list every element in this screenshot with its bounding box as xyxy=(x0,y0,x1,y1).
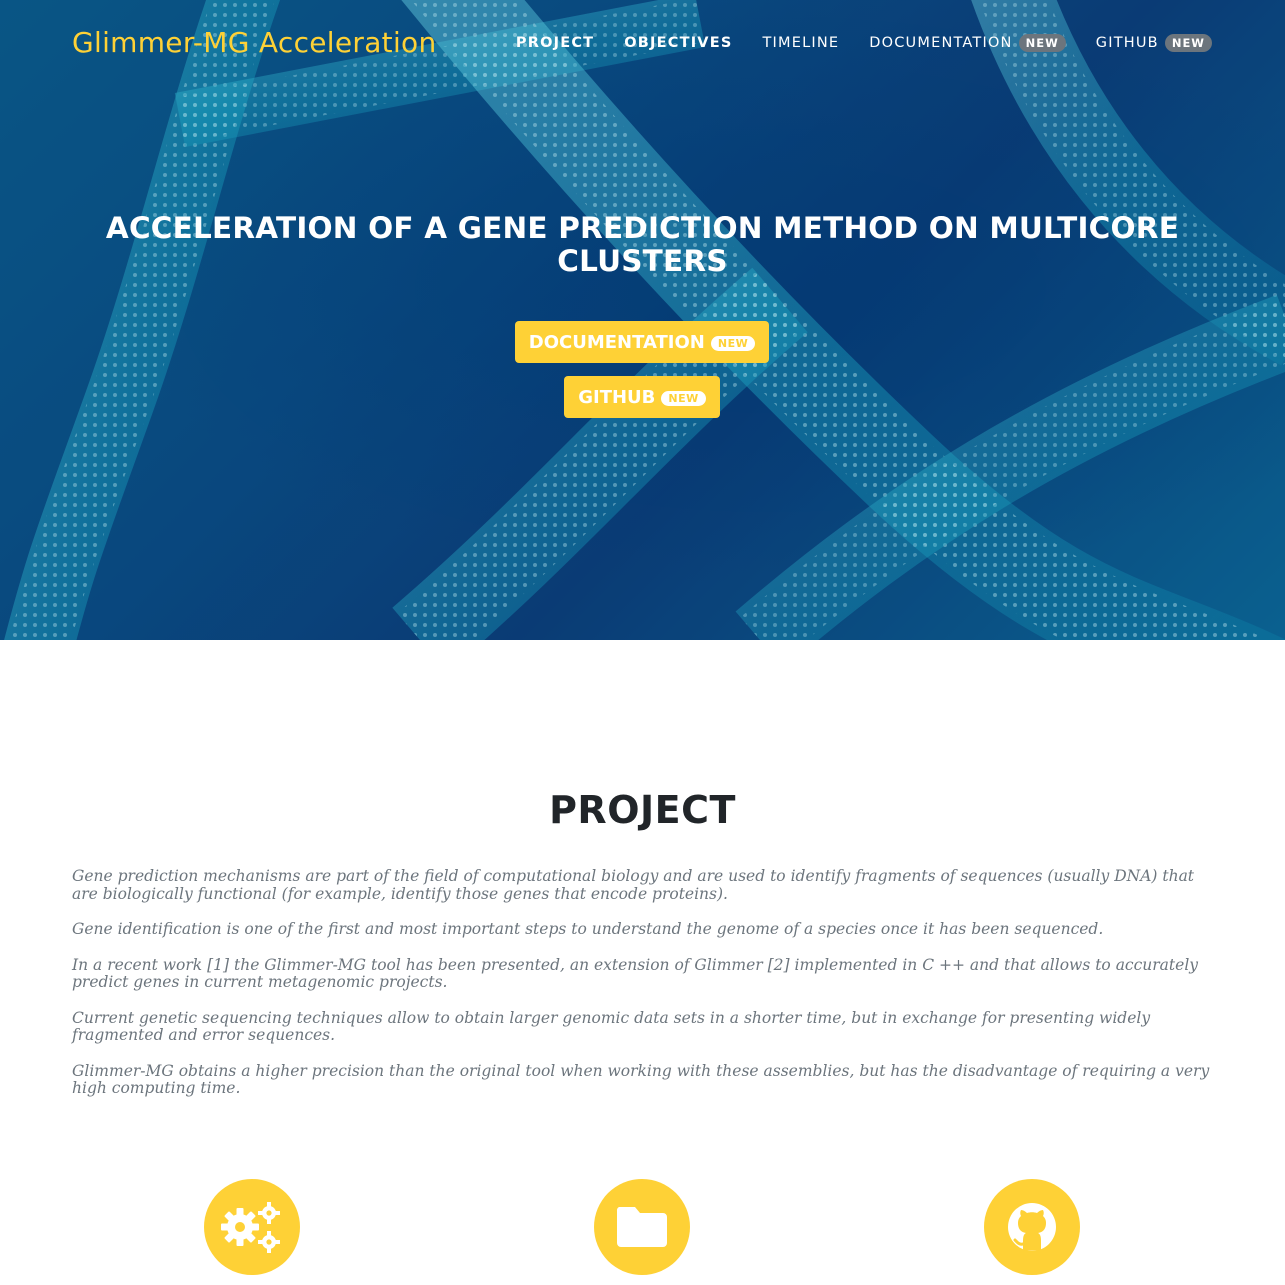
new-badge: NEW xyxy=(1018,34,1066,52)
nav-item-label: DOCUMENTATION xyxy=(869,35,1013,51)
paragraph: Gene identification is one of the first … xyxy=(72,920,1104,938)
nav-item-timeline[interactable]: TIMELINE xyxy=(762,35,839,51)
nav-item-documentation[interactable]: DOCUMENTATION NEW xyxy=(869,34,1066,52)
folder-icon xyxy=(594,1179,690,1275)
paragraph: Current genetic sequencing techniques al… xyxy=(72,1008,1151,1044)
brand-logo-link[interactable]: Glimmer-MG Acceleration xyxy=(72,26,437,59)
nav-item-objectives[interactable]: OBJECTIVES xyxy=(624,35,732,51)
nav-item-label: OBJECTIVES xyxy=(624,35,733,51)
paragraph: Glimmer-MG obtains a higher precision th… xyxy=(72,1061,1210,1097)
nav-item-github[interactable]: GITHUB NEW xyxy=(1096,34,1212,52)
nav-item-label: TIMELINE xyxy=(762,35,840,51)
hero-heading: ACCELERATION OF A GENE PREDICTION METHOD… xyxy=(105,211,1180,278)
paragraph: In a recent work [1] the Glimmer-MG tool… xyxy=(72,955,1199,991)
dna-background-image xyxy=(0,0,1285,640)
project-description: Gene prediction mechanisms are part of t… xyxy=(72,867,1212,1116)
paragraph: Gene prediction mechanisms are part of t… xyxy=(72,867,1195,903)
new-badge: NEW xyxy=(1164,34,1212,52)
github-icon xyxy=(984,1179,1080,1275)
new-badge: NEW xyxy=(661,391,706,406)
button-label: DOCUMENTATION xyxy=(528,331,705,353)
github-button[interactable]: GITHUB NEW xyxy=(564,376,720,418)
project-section-title: PROJECT xyxy=(549,788,736,832)
button-label: GITHUB xyxy=(578,386,656,408)
nav-item-project[interactable]: PROJECT xyxy=(516,35,594,51)
gears-icon xyxy=(204,1179,300,1275)
new-badge: NEW xyxy=(710,336,756,351)
hero-section: Glimmer-MG Acceleration PROJECT OBJECTIV… xyxy=(0,0,1285,640)
top-navigation: PROJECT OBJECTIVES TIMELINE DOCUMENTATIO… xyxy=(486,34,1212,52)
documentation-button[interactable]: DOCUMENTATION NEW xyxy=(515,321,769,363)
nav-item-label: PROJECT xyxy=(515,35,595,51)
nav-item-label: GITHUB xyxy=(1095,35,1159,51)
